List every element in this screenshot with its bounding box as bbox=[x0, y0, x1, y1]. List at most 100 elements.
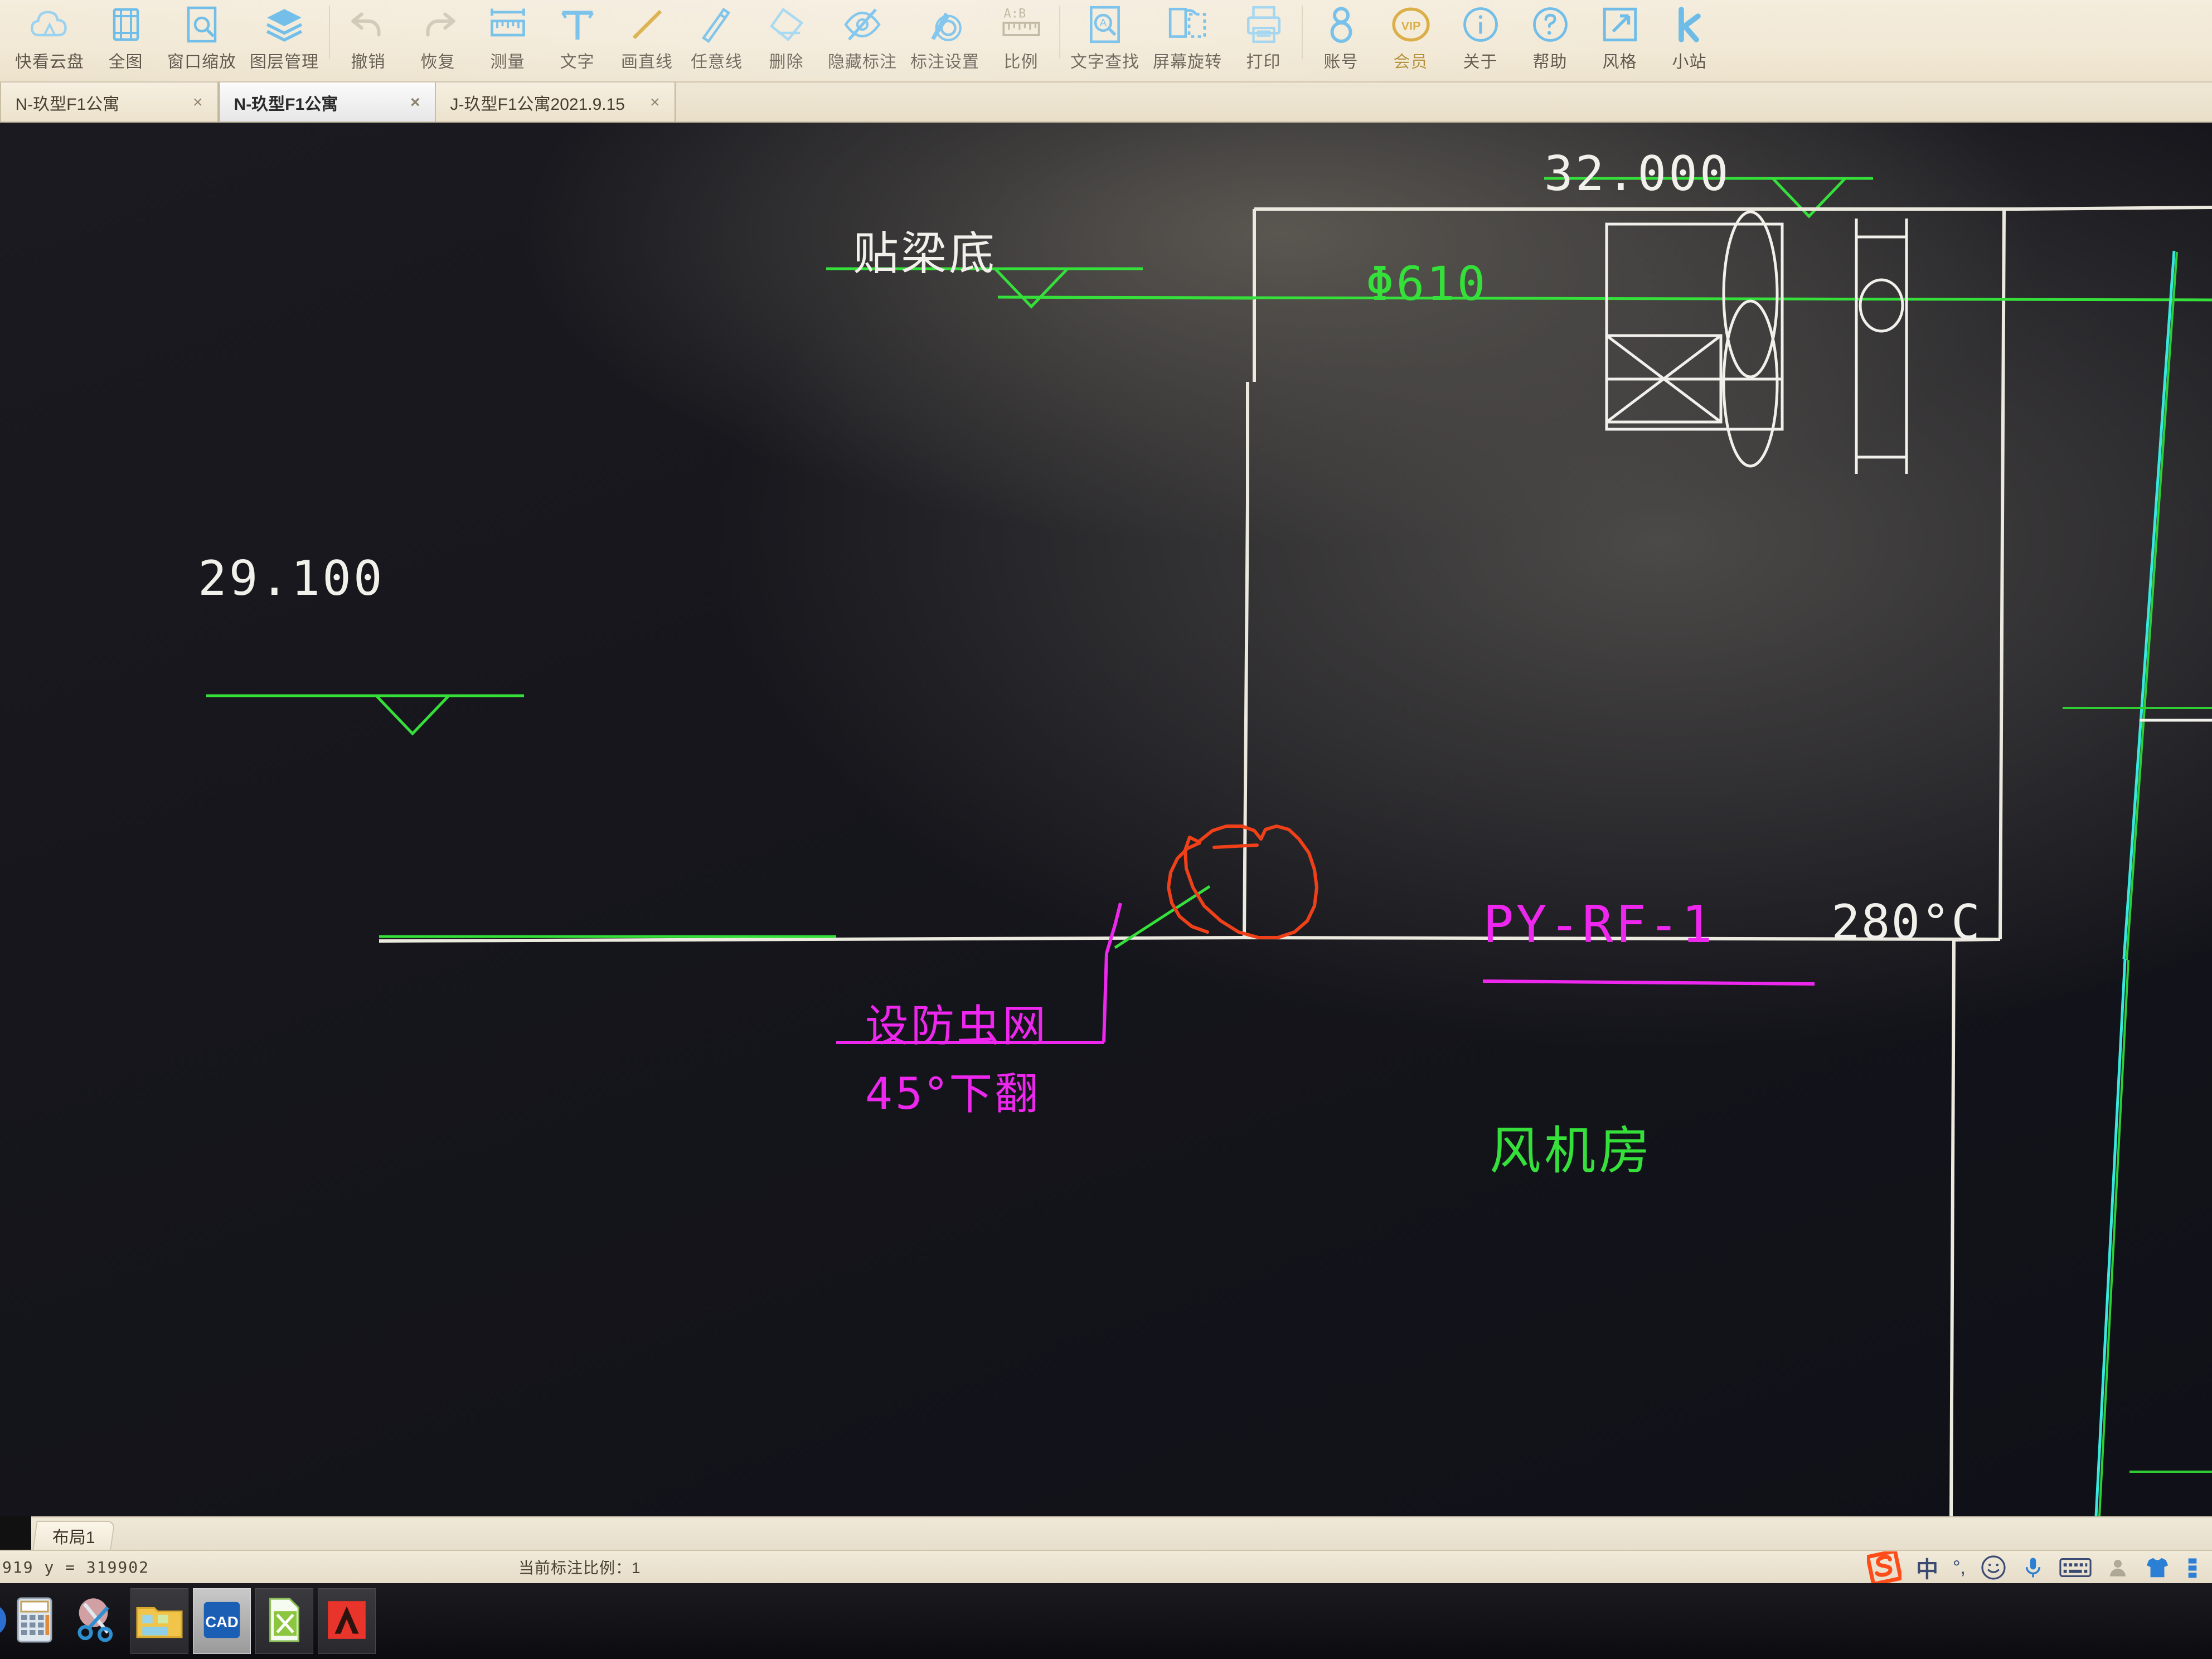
status-bar: 919 y = 319902 当前标注比例：1 中 °, bbox=[0, 1550, 2212, 1583]
ime-language-mode[interactable]: 中 bbox=[1916, 1551, 1938, 1583]
ribbon-button-hide-annotation[interactable]: 隐藏标注 bbox=[821, 0, 904, 81]
layers-icon bbox=[264, 3, 305, 46]
taskbar-item-cad-viewer[interactable]: CAD bbox=[193, 1588, 251, 1654]
ribbon-button-label: 文字查找 bbox=[1070, 53, 1139, 71]
excel-icon bbox=[263, 1597, 305, 1646]
scale-icon: A:B bbox=[1000, 3, 1042, 46]
windows-taskbar[interactable]: CAD bbox=[0, 1583, 2212, 1659]
ribbon-button-redo[interactable]: 恢复 bbox=[403, 0, 473, 81]
ribbon-button-label: 比例 bbox=[1003, 53, 1039, 71]
sogou-logo-icon[interactable] bbox=[1866, 1551, 1901, 1583]
ribbon-button-line[interactable]: 画直线 bbox=[612, 0, 682, 81]
text-search-icon: A bbox=[1084, 3, 1126, 46]
ribbon-button-zoom-extents[interactable]: 全图 bbox=[91, 0, 161, 81]
keyboard-icon[interactable] bbox=[2059, 1555, 2092, 1580]
sogou-ime-bar[interactable]: 中 °, bbox=[1857, 1551, 2210, 1583]
ribbon-button-label: 会员 bbox=[1393, 53, 1428, 71]
ribbon-button-open-folder[interactable]: 打开 bbox=[0, 0, 8, 81]
tab-close-icon[interactable]: × bbox=[193, 93, 203, 112]
info-icon bbox=[1461, 3, 1501, 46]
taskbar-item-snipping-tool[interactable] bbox=[68, 1588, 126, 1654]
layout-tab-label: 布局1 bbox=[52, 1529, 95, 1547]
taskbar-item-file-explorer[interactable] bbox=[130, 1588, 188, 1654]
freehand-icon bbox=[697, 3, 737, 46]
taskbar-item-calculator[interactable] bbox=[6, 1588, 64, 1654]
tab-close-icon[interactable]: × bbox=[410, 93, 420, 112]
ribbon-button-screen-rotate[interactable]: 屏幕旋转 bbox=[1146, 0, 1229, 81]
ribbon-button-label: 任意线 bbox=[691, 53, 743, 71]
ribbon-button-zoom-window[interactable]: 窗口缩放 bbox=[161, 0, 243, 81]
document-tab-title: N-玖型F1公寓 bbox=[234, 95, 338, 114]
ribbon-button-measure[interactable]: 测量 bbox=[473, 0, 542, 81]
ribbon-button-label: 窗口缩放 bbox=[167, 53, 236, 71]
taskbar-item-partial[interactable] bbox=[0, 1588, 7, 1654]
riser-pipe bbox=[2063, 250, 2212, 961]
redline-markup-circle bbox=[1183, 824, 1318, 939]
document-tab-2[interactable]: N-玖型F1公寓 × bbox=[1, 83, 219, 122]
document-tab-3[interactable]: N-玖型F1公寓 × bbox=[218, 83, 436, 122]
ribbon-button-label: 关于 bbox=[1463, 53, 1498, 71]
ribbon-button-vip[interactable]: VIP 会员 bbox=[1376, 0, 1445, 81]
cursor-coordinate-readout: 919 y = 319902 bbox=[2, 1558, 150, 1576]
ribbon-button-label: 画直线 bbox=[621, 53, 673, 71]
svg-text:A: A bbox=[1100, 17, 1107, 28]
document-tab-title: J-玖型F1公寓2021.9.15 bbox=[450, 95, 625, 114]
elevation-marker-29100 bbox=[206, 694, 836, 938]
ribbon-button-info[interactable]: 关于 bbox=[1445, 0, 1515, 81]
cad-viewer-icon: CAD bbox=[200, 1597, 244, 1646]
ribbon-button-eraser[interactable]: 删除 bbox=[751, 0, 821, 81]
taskbar-item-excel[interactable] bbox=[255, 1588, 313, 1654]
ribbon-button-label: 撤销 bbox=[351, 53, 386, 71]
tab-close-icon[interactable]: × bbox=[650, 93, 660, 112]
ribbon-button-label: 风格 bbox=[1602, 53, 1637, 71]
screen-rotate-icon bbox=[1167, 3, 1208, 46]
ribbon-button-help[interactable]: 帮助 bbox=[1515, 0, 1585, 81]
skin-tshirt-icon[interactable] bbox=[2144, 1555, 2171, 1580]
microphone-icon[interactable] bbox=[2021, 1554, 2045, 1581]
svg-text:VIP: VIP bbox=[1401, 18, 1420, 32]
ribbon-button-style[interactable]: 风格 bbox=[1585, 0, 1655, 81]
ribbon-button-text-search[interactable]: A 文字查找 bbox=[1064, 0, 1146, 81]
document-tab-4[interactable]: J-玖型F1公寓2021.9.15 × bbox=[435, 83, 676, 122]
autocad-icon bbox=[324, 1597, 369, 1646]
kuaikan-k-icon bbox=[1670, 3, 1710, 46]
ime-menu-icon[interactable] bbox=[2185, 1555, 2200, 1580]
emoji-icon[interactable] bbox=[1980, 1554, 2007, 1581]
ribbon-button-account[interactable]: 账号 bbox=[1306, 0, 1376, 81]
ime-punctuation-toggle[interactable]: °, bbox=[1953, 1557, 1966, 1579]
ribbon-button-text[interactable]: 文字 bbox=[542, 0, 612, 81]
ribbon-button-freehand[interactable]: 任意线 bbox=[682, 0, 751, 81]
ribbon-button-kuaikan-k[interactable]: 小站 bbox=[1655, 0, 1724, 81]
redo-icon bbox=[418, 3, 459, 46]
zoom-window-icon bbox=[182, 3, 222, 46]
ribbon-button-cloud-disk[interactable]: 快看云盘 bbox=[8, 0, 91, 81]
ribbon-button-label: 标注设置 bbox=[910, 53, 979, 71]
user-icon[interactable] bbox=[2106, 1555, 2129, 1580]
account-icon bbox=[1321, 3, 1361, 46]
ribbon-button-annotation-settings[interactable]: 标注设置 bbox=[904, 0, 986, 81]
ribbon-button-label: 帮助 bbox=[1532, 53, 1568, 71]
layout-tab-1[interactable]: 布局1 bbox=[32, 1521, 115, 1550]
document-tab-title: N-玖型F1公寓 bbox=[15, 95, 120, 114]
ribbon-button-layers[interactable]: 图层管理 bbox=[243, 0, 326, 81]
ribbon-button-label: 全图 bbox=[108, 53, 143, 71]
ribbon-separator bbox=[1302, 6, 1303, 59]
text-icon bbox=[557, 3, 598, 46]
ribbon-button-undo[interactable]: 撤销 bbox=[333, 0, 403, 81]
ribbon-button-label: 小站 bbox=[1672, 53, 1707, 71]
ribbon-button-printer[interactable]: 打印 bbox=[1229, 0, 1298, 81]
cloud-disk-icon bbox=[28, 3, 71, 46]
snipping-tool-icon bbox=[74, 1597, 120, 1646]
ribbon-button-label: 隐藏标注 bbox=[828, 53, 897, 71]
ribbon-button-label: 打印 bbox=[1246, 53, 1281, 71]
ribbon-button-label: 屏幕旋转 bbox=[1153, 53, 1222, 71]
ribbon-button-label: 恢复 bbox=[420, 53, 455, 71]
ribbon-button-scale[interactable]: A:B 比例 bbox=[986, 0, 1056, 81]
insect-screen-leader bbox=[836, 903, 1122, 1044]
ribbon-button-label: 文字 bbox=[560, 53, 595, 71]
zoom-extents-icon bbox=[106, 3, 146, 46]
cad-drawing-canvas[interactable]: .w{stroke:#f2f0ea;fill:none;stroke-width… bbox=[0, 123, 2212, 1516]
document-tab-bar: 公寓×N-玖型F1公寓×N-玖型F1公寓×J-玖型F1公寓2021.9.15× bbox=[0, 83, 2212, 123]
calculator-icon bbox=[14, 1597, 55, 1646]
taskbar-item-autocad[interactable] bbox=[318, 1588, 376, 1654]
